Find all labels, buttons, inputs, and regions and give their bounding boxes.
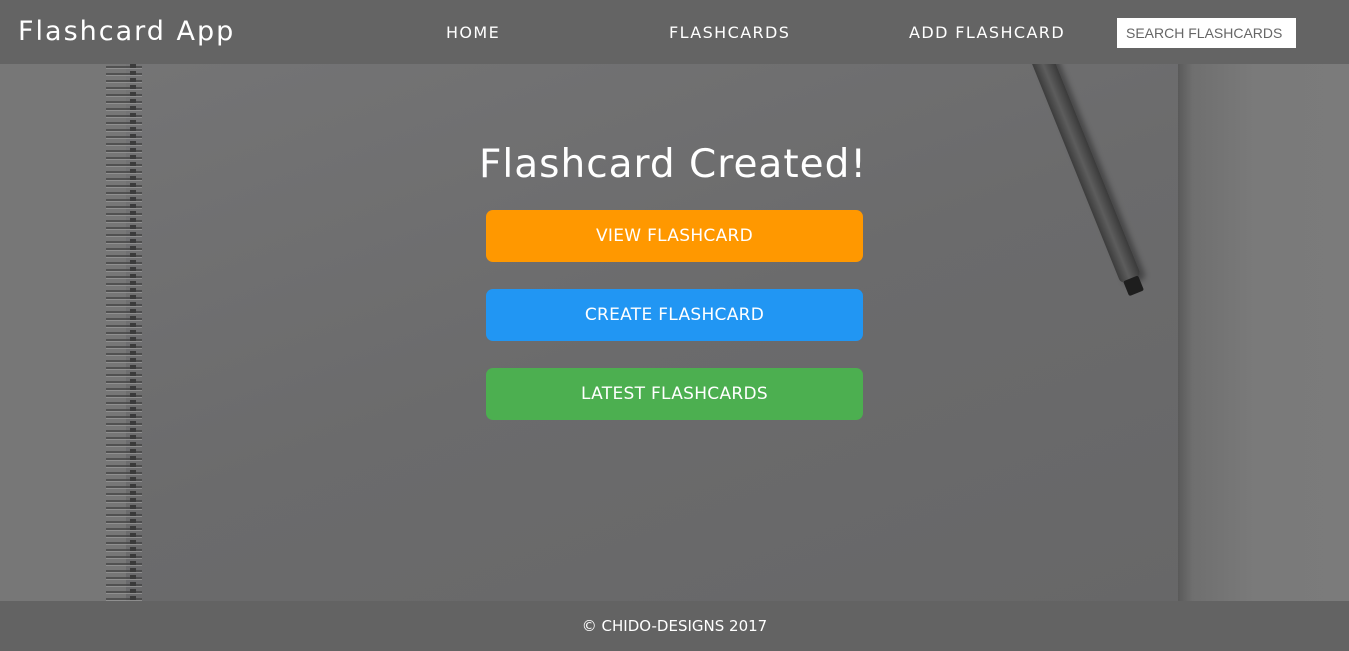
top-navbar: Flashcard App HOME FLASHCARDS ADD FLASHC… xyxy=(0,0,1349,64)
page-title: Flashcard Created! xyxy=(478,142,868,187)
search-flashcards-input[interactable] xyxy=(1117,18,1296,48)
nav-flashcards-link[interactable]: FLASHCARDS xyxy=(669,23,790,43)
view-flashcard-button[interactable]: VIEW FLASHCARD xyxy=(486,210,863,262)
page-footer: © CHIDO-DESIGNS 2017 xyxy=(0,601,1349,651)
footer-copyright-text: © CHIDO-DESIGNS 2017 xyxy=(581,617,768,635)
latest-flashcards-button[interactable]: LATEST FLASHCARDS xyxy=(486,368,863,420)
nav-home-link[interactable]: HOME xyxy=(446,23,500,43)
create-flashcard-button[interactable]: CREATE FLASHCARD xyxy=(486,289,863,341)
brand-logo-link[interactable]: Flashcard App xyxy=(18,15,235,49)
main-content: Flashcard Created! VIEW FLASHCARD CREATE… xyxy=(0,64,1349,601)
nav-add-flashcard-link[interactable]: ADD FLASHCARD xyxy=(909,23,1065,43)
